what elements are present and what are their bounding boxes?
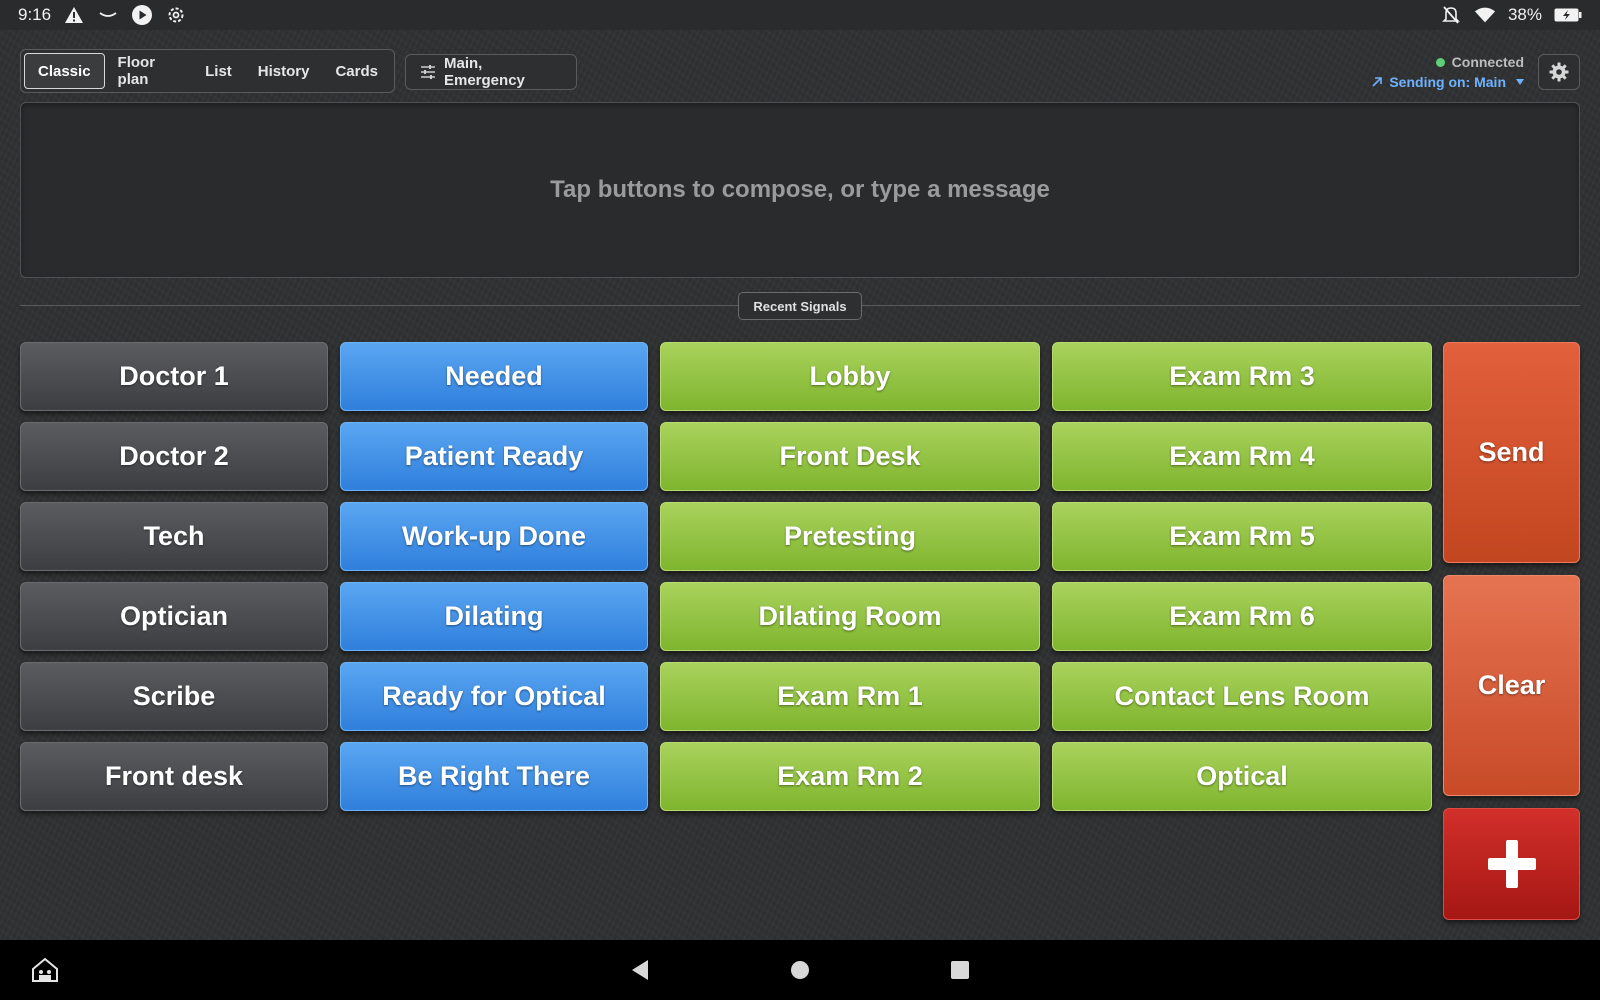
- person-button[interactable]: Tech: [20, 502, 328, 571]
- people-column: Doctor 1 Doctor 2 Tech Optician Scribe F…: [20, 342, 328, 811]
- status-button[interactable]: Dilating: [340, 582, 648, 651]
- status-button[interactable]: Work-up Done: [340, 502, 648, 571]
- emergency-button[interactable]: [1443, 808, 1580, 920]
- location-button[interactable]: Dilating Room: [660, 582, 1040, 651]
- location-button[interactable]: Exam Rm 4: [1052, 422, 1432, 491]
- tab-history[interactable]: History: [245, 53, 323, 89]
- view-tabs: Classic Floor plan List History Cards: [20, 49, 395, 93]
- sliders-icon: [420, 65, 436, 79]
- gear-icon: [1549, 62, 1569, 82]
- channel-filter-button[interactable]: Main, Emergency: [405, 54, 577, 90]
- recent-signals-button[interactable]: Recent Signals: [738, 292, 862, 320]
- location-button[interactable]: Front Desk: [660, 422, 1040, 491]
- person-button[interactable]: Scribe: [20, 662, 328, 731]
- location-button[interactable]: Exam Rm 1: [660, 662, 1040, 731]
- amazon-smile-icon: [97, 4, 119, 26]
- status-bar: 9:16 38%: [0, 0, 1600, 30]
- location-column-b: Exam Rm 3 Exam Rm 4 Exam Rm 5 Exam Rm 6 …: [1052, 342, 1432, 811]
- location-column-a: Lobby Front Desk Pretesting Dilating Roo…: [660, 342, 1040, 811]
- sending-channel-label: Sending on: Main: [1389, 74, 1506, 90]
- connection-label: Connected: [1451, 54, 1524, 70]
- location-button[interactable]: Exam Rm 6: [1052, 582, 1432, 651]
- location-button[interactable]: Contact Lens Room: [1052, 662, 1432, 731]
- person-button[interactable]: Optician: [20, 582, 328, 651]
- location-button[interactable]: Exam Rm 3: [1052, 342, 1432, 411]
- location-button[interactable]: Exam Rm 5: [1052, 502, 1432, 571]
- back-icon[interactable]: [625, 955, 655, 985]
- recents-icon[interactable]: [945, 955, 975, 985]
- status-column: Needed Patient Ready Work-up Done Dilati…: [340, 342, 648, 811]
- navigation-bar: [0, 940, 1600, 1000]
- settings-icon: [165, 4, 187, 26]
- caret-down-icon: [1516, 79, 1524, 85]
- wifi-icon: [1474, 4, 1496, 26]
- person-button[interactable]: Front desk: [20, 742, 328, 811]
- connection-status: Connected Sending on: Main: [1371, 52, 1524, 92]
- tab-list[interactable]: List: [192, 53, 245, 89]
- play-icon: [131, 4, 153, 26]
- tab-classic[interactable]: Classic: [24, 53, 105, 89]
- location-button[interactable]: Pretesting: [660, 502, 1040, 571]
- status-button[interactable]: Ready for Optical: [340, 662, 648, 731]
- plus-icon: [1486, 838, 1538, 890]
- sending-channel-selector[interactable]: Sending on: Main: [1371, 72, 1524, 92]
- location-button[interactable]: Lobby: [660, 342, 1040, 411]
- compose-placeholder: Tap buttons to compose, or type a messag…: [550, 176, 1050, 203]
- channel-filter-label: Main, Emergency: [444, 55, 525, 89]
- settings-button[interactable]: [1538, 54, 1580, 90]
- tab-floor-plan[interactable]: Floor plan: [105, 53, 193, 89]
- status-button[interactable]: Needed: [340, 342, 648, 411]
- location-button[interactable]: Exam Rm 2: [660, 742, 1040, 811]
- status-button[interactable]: Be Right There: [340, 742, 648, 811]
- arrow-up-right-icon: [1371, 76, 1383, 88]
- battery-charging-icon: [1554, 4, 1582, 26]
- message-compose-area[interactable]: Tap buttons to compose, or type a messag…: [20, 102, 1580, 278]
- person-button[interactable]: Doctor 1: [20, 342, 328, 411]
- send-button[interactable]: Send: [1443, 342, 1580, 563]
- location-button[interactable]: Optical: [1052, 742, 1432, 811]
- home-icon[interactable]: [785, 955, 815, 985]
- status-button[interactable]: Patient Ready: [340, 422, 648, 491]
- bell-off-icon: [1440, 4, 1462, 26]
- clock: 9:16: [18, 5, 52, 24]
- clear-button[interactable]: Clear: [1443, 575, 1580, 796]
- battery-percent: 38%: [1507, 5, 1542, 24]
- home-launcher-icon[interactable]: [30, 955, 60, 985]
- person-button[interactable]: Doctor 2: [20, 422, 328, 491]
- warning-icon: [63, 4, 85, 26]
- connected-indicator: [1435, 57, 1445, 67]
- tab-cards[interactable]: Cards: [322, 53, 391, 89]
